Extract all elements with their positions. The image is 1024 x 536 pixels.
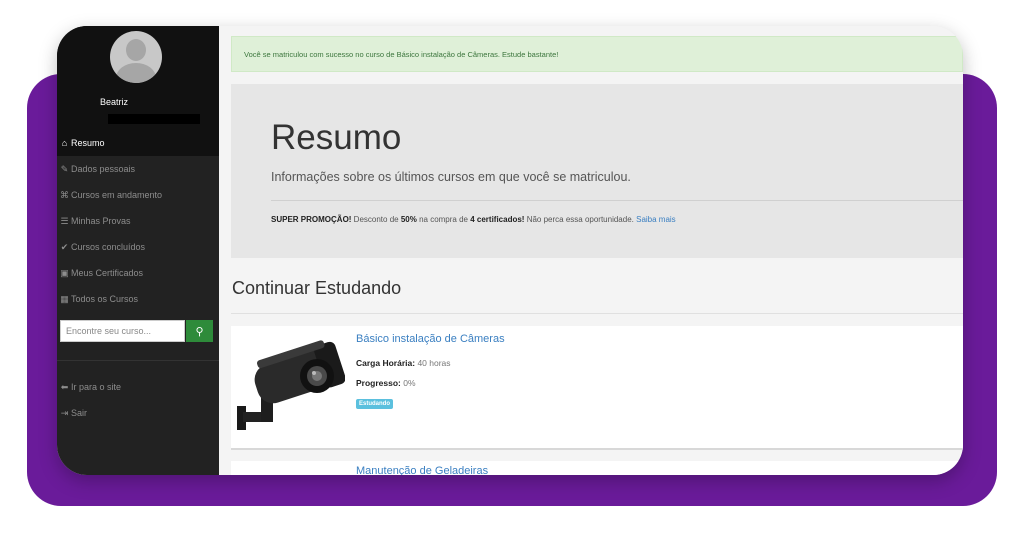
sign-out-icon: ⇥	[60, 407, 69, 418]
sidebar-item-meus-certificados[interactable]: ▣ Meus Certificados	[57, 260, 219, 286]
avatar	[110, 31, 162, 83]
success-alert: Você se matriculou com sucesso no curso …	[231, 36, 963, 72]
workload-label: Carga Horária:	[356, 358, 416, 368]
course-title[interactable]: Básico instalação de Câmeras	[356, 333, 505, 345]
sidebar-item-cursos-em-andamento[interactable]: ⌘ Cursos em andamento	[57, 182, 219, 208]
saiba-mais-link[interactable]: Saiba mais	[636, 215, 676, 224]
promo-certificates: 4 certificados!	[470, 215, 525, 224]
sidebar-item-label: Todos os Cursos	[71, 294, 139, 304]
sidebar-item-minhas-provas[interactable]: ☰ Minhas Provas	[57, 208, 219, 234]
sidebar-item-todos-os-cursos[interactable]: ▦ Todos os Cursos	[57, 286, 219, 312]
promo-text: na compra de	[416, 215, 471, 224]
main-content: Você se matriculou com sucesso no curso …	[219, 26, 963, 475]
progress-value: 0%	[403, 378, 416, 388]
sidebar-item-resumo[interactable]: ⌂ Resumo	[57, 130, 219, 156]
inbox-icon: ▣	[60, 267, 69, 278]
promo-lead: SUPER PROMOÇÃO!	[271, 215, 352, 224]
home-icon: ⌂	[61, 138, 68, 148]
course-card[interactable]: Básico instalação de Câmeras Carga Horár…	[231, 326, 963, 450]
divider	[271, 200, 963, 201]
sidebar-item-label: Sair	[71, 408, 88, 418]
sidebar-item-label: Minhas Provas	[71, 216, 131, 226]
username: Beatriz	[100, 97, 129, 107]
sidebar-item-label: Meus Certificados	[71, 268, 144, 278]
course-workload: Carga Horária: 40 horas	[356, 358, 451, 368]
progress-label: Progresso:	[356, 378, 401, 388]
sidebar-item-cursos-concluidos[interactable]: ✔ Cursos concluídos	[57, 234, 219, 260]
sidebar-divider	[57, 360, 219, 361]
status-badge: Estudando	[356, 399, 393, 409]
app-window: Beatriz ⌂ Resumo ✎ Dados pessoais ⌘ Curs…	[57, 26, 963, 475]
section-title: Continuar Estudando	[232, 278, 402, 298]
sidebar-item-label: Ir para o site	[71, 382, 122, 392]
sidebar-item-label: Cursos concluídos	[71, 242, 146, 252]
workload-value: 40 horas	[417, 358, 451, 368]
camera-thumbnail	[237, 340, 345, 430]
sidebar-item-label: Cursos em andamento	[71, 190, 163, 200]
course-progress: Progresso: 0%	[356, 378, 416, 388]
pencil-icon: ✎	[60, 163, 69, 174]
divider	[231, 313, 963, 314]
course-search-input[interactable]: Encontre seu curso...	[60, 320, 185, 342]
list-icon: ☰	[60, 215, 69, 226]
promo-discount: 50%	[400, 215, 417, 224]
search-button[interactable]: ⚲	[186, 320, 213, 342]
sidebar-item-dados-pessoais[interactable]: ✎ Dados pessoais	[57, 156, 219, 182]
arrow-left-icon: ⬅	[60, 381, 69, 392]
course-card[interactable]: Manutenção de Geladeiras	[231, 461, 963, 475]
grid-icon: ▦	[60, 293, 69, 304]
page-subtitle: Informações sobre os últimos cursos em q…	[271, 170, 631, 184]
redacted-surname	[137, 96, 174, 107]
search-icon: ⚲	[195, 325, 204, 338]
summary-panel: Resumo Informações sobre os últimos curs…	[231, 84, 963, 258]
promo-text: Não perca essa oportunidade.	[524, 215, 637, 224]
sidebar-item-label: Resumo	[71, 138, 105, 148]
sidebar-item-sair[interactable]: ⇥ Sair	[57, 400, 219, 426]
check-icon: ✔	[60, 241, 69, 252]
redacted-email	[108, 114, 200, 124]
sidebar: Beatriz ⌂ Resumo ✎ Dados pessoais ⌘ Curs…	[57, 26, 219, 475]
page-title: Resumo	[271, 118, 402, 157]
promo-banner: SUPER PROMOÇÃO! Desconto de 50% na compr…	[271, 215, 676, 224]
sidebar-item-label: Dados pessoais	[71, 164, 136, 174]
graduation-cap-icon: ⌘	[60, 189, 69, 200]
course-title[interactable]: Manutenção de Geladeiras	[356, 465, 488, 475]
sidebar-item-ir-para-o-site[interactable]: ⬅ Ir para o site	[57, 374, 219, 400]
promo-text: Desconto de	[351, 215, 401, 224]
